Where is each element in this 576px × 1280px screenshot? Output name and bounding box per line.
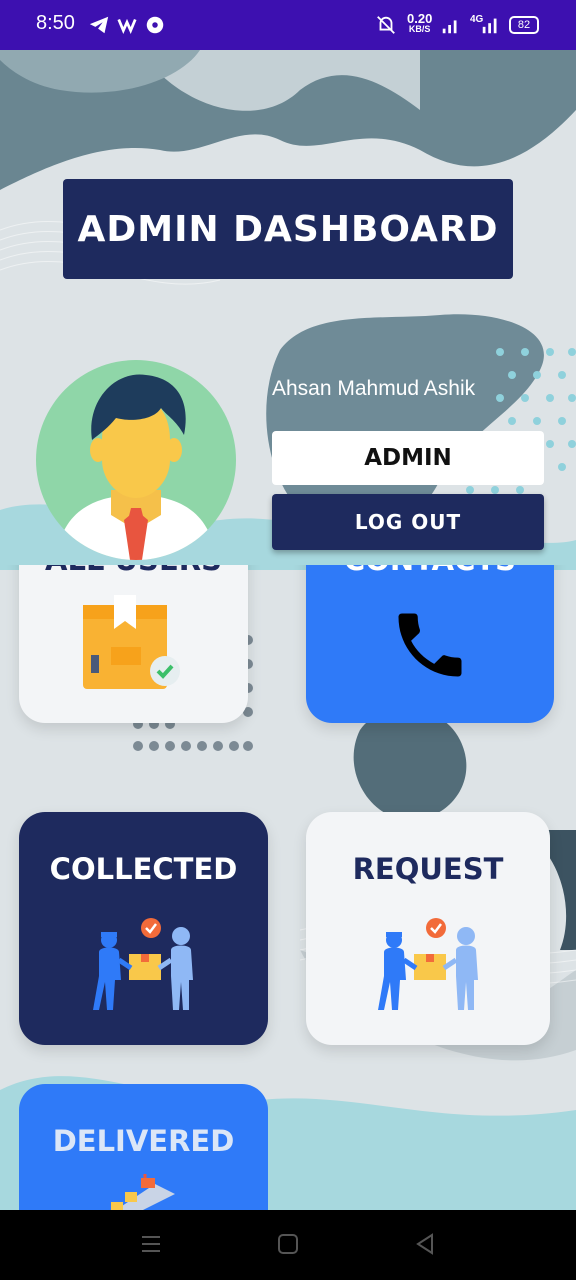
status-time: 8:50 [36, 12, 75, 34]
card-all-users[interactable]: ALL USERS [19, 565, 248, 723]
app-notification-icon [117, 18, 137, 34]
avatar [36, 360, 236, 560]
speed-unit: KB/S [408, 24, 431, 34]
system-nav-bar [0, 1210, 576, 1280]
role-label: ADMIN [364, 445, 452, 471]
status-bar: 8:50 0.20 KB/S 4G 82 [0, 0, 576, 50]
battery-level: 82 [517, 19, 531, 31]
user-avatar-icon [56, 374, 216, 560]
mute-icon [377, 16, 395, 34]
menu-icon[interactable] [140, 1232, 162, 1256]
package-icon [83, 595, 180, 689]
handover-icon [93, 918, 193, 1010]
handover-icon [378, 918, 478, 1010]
cards-grid: ALL USERS CONTACTS COLLECTED [0, 565, 576, 1210]
speed-value: 0.20 [407, 11, 433, 26]
dashboard-title-banner: ADMIN DASHBOARD [63, 179, 513, 279]
card-label: DELIVERED [52, 1124, 235, 1158]
user-name: Ahsan Mahmud Ashik [272, 377, 476, 400]
logout-label: LOG OUT [354, 510, 462, 534]
telegram-icon [89, 16, 109, 34]
card-label: REQUEST [352, 852, 504, 886]
card-label: CONTACTS [306, 565, 554, 577]
card-label: ALL USERS [19, 565, 248, 577]
card-collected[interactable]: COLLECTED [19, 812, 268, 1045]
card-label: COLLECTED [49, 852, 238, 886]
card-contacts[interactable]: CONTACTS [306, 565, 554, 723]
dashboard-screen: ADMIN DASHBOARD Ahsan Mahmud Ashik ADMIN… [0, 50, 576, 1210]
page-title: ADMIN DASHBOARD [77, 208, 499, 250]
conveyor-icon [111, 1174, 175, 1210]
home-icon[interactable] [277, 1232, 299, 1256]
phone-icon [398, 613, 462, 677]
network-speed: 0.20 KB/S [407, 11, 433, 35]
signal-icon-2 [482, 18, 497, 34]
card-delivered[interactable]: DELIVERED [19, 1084, 268, 1210]
card-request[interactable]: REQUEST [306, 812, 550, 1045]
battery-icon: 82 [509, 16, 539, 34]
signal-icon [442, 20, 457, 34]
football-icon [146, 16, 164, 34]
role-badge: ADMIN [272, 431, 544, 485]
logout-button[interactable]: LOG OUT [272, 494, 544, 550]
back-icon[interactable] [414, 1232, 436, 1256]
